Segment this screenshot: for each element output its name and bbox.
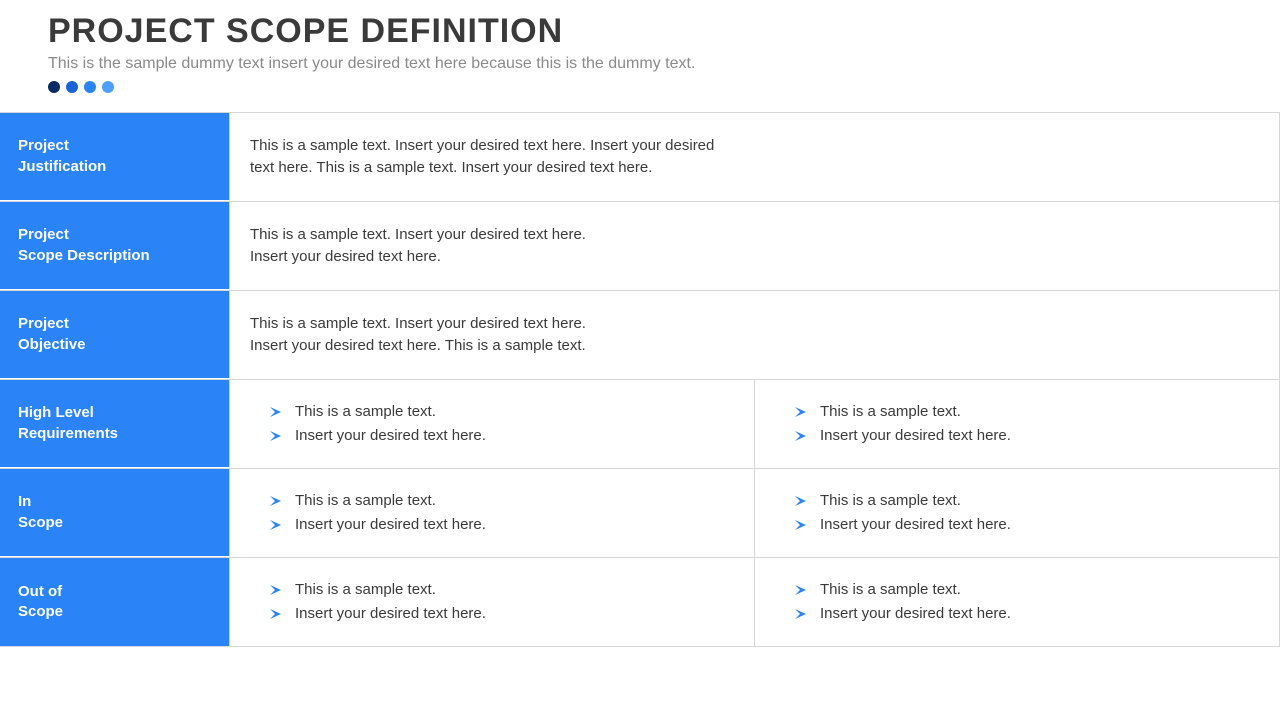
arrow-icon [795,407,806,417]
dot-1 [48,81,60,93]
row-content: This is a sample text. Insert your desir… [230,291,1280,379]
bullet-list: This is a sample text.Insert your desire… [250,578,734,626]
row-content-col-2: This is a sample text.Insert your desire… [755,558,1280,646]
list-item-text: This is a sample text. [295,579,436,601]
list-item: This is a sample text. [775,400,1259,424]
row-label: InScope [0,469,230,557]
row-label: ProjectScope Description [0,202,230,290]
list-item-text: This is a sample text. [295,490,436,512]
arrow-icon [270,585,281,595]
arrow-icon [795,431,806,441]
row-content: This is a sample text. Insert your desir… [230,202,1280,290]
row-content-col-2: This is a sample text.Insert your desire… [755,469,1280,557]
arrow-icon [795,496,806,506]
list-item: Insert your desired text here. [250,513,734,537]
list-item-text: This is a sample text. [820,490,961,512]
table-row: ProjectScope DescriptionThis is a sample… [0,201,1280,291]
row-label: ProjectJustification [0,113,230,201]
row-label: Out ofScope [0,558,230,646]
row-label-line1: Project [18,136,211,156]
list-item: This is a sample text. [250,578,734,602]
row-label-line1: In [18,492,211,512]
scope-table: ProjectJustificationThis is a sample tex… [0,112,1280,647]
row-label-line1: Project [18,314,211,334]
list-item-text: Insert your desired text here. [820,603,1011,625]
list-item: This is a sample text. [775,578,1259,602]
bullet-list: This is a sample text.Insert your desire… [775,578,1259,626]
list-item-text: This is a sample text. [820,579,961,601]
row-content: This is a sample text. Insert your desir… [230,113,1280,201]
arrow-icon [795,520,806,530]
arrow-icon [270,609,281,619]
list-item: Insert your desired text here. [775,602,1259,626]
list-item-text: This is a sample text. [820,401,961,423]
row-label-line2: Objective [18,335,211,355]
table-row: ProjectObjectiveThis is a sample text. I… [0,290,1280,380]
bullet-list: This is a sample text.Insert your desire… [775,400,1259,448]
row-content-col-1: This is a sample text.Insert your desire… [230,558,755,646]
row-content-col-1: This is a sample text.Insert your desire… [230,469,755,557]
dot-4 [102,81,114,93]
list-item: Insert your desired text here. [250,424,734,448]
row-label-line2: Justification [18,157,211,177]
list-item: This is a sample text. [775,489,1259,513]
bullet-list: This is a sample text.Insert your desire… [775,489,1259,537]
list-item-text: Insert your desired text here. [820,425,1011,447]
table-row: Out ofScopeThis is a sample text.Insert … [0,557,1280,647]
dot-2 [66,81,78,93]
table-row: ProjectJustificationThis is a sample tex… [0,112,1280,202]
list-item: Insert your desired text here. [775,513,1259,537]
bullet-list: This is a sample text.Insert your desire… [250,400,734,448]
row-label-line2: Requirements [18,424,211,444]
list-item-text: This is a sample text. [295,401,436,423]
arrow-icon [270,520,281,530]
dot-3 [84,81,96,93]
list-item: Insert your desired text here. [250,602,734,626]
row-label-line1: High Level [18,403,211,423]
row-label-line2: Scope [18,602,211,622]
list-item-text: Insert your desired text here. [295,514,486,536]
arrow-icon [795,585,806,595]
list-item-text: Insert your desired text here. [295,603,486,625]
row-label-line2: Scope Description [18,246,211,266]
list-item: This is a sample text. [250,400,734,424]
accent-dots [48,81,1280,93]
slide-header: PROJECT SCOPE DEFINITION This is the sam… [0,0,1280,93]
table-row: High LevelRequirements This is a sample t… [0,379,1280,469]
row-content-col-2: This is a sample text.Insert your desire… [755,380,1280,468]
list-item: This is a sample text. [250,489,734,513]
row-label-line1: Out of [18,582,211,602]
list-item-text: Insert your desired text here. [820,514,1011,536]
arrow-icon [270,431,281,441]
arrow-icon [795,609,806,619]
table-row: InScopeThis is a sample text.Insert your… [0,468,1280,558]
bullet-list: This is a sample text.Insert your desire… [250,489,734,537]
list-item: Insert your desired text here. [775,424,1259,448]
slide-title: PROJECT SCOPE DEFINITION [48,12,1280,51]
row-label: High LevelRequirements [0,380,230,468]
row-label-line1: Project [18,225,211,245]
list-item-text: Insert your desired text here. [295,425,486,447]
row-label-line2: Scope [18,513,211,533]
row-label: ProjectObjective [0,291,230,379]
arrow-icon [270,407,281,417]
slide-subtitle: This is the sample dummy text insert you… [48,55,1280,73]
arrow-icon [270,496,281,506]
row-content-col-1: This is a sample text.Insert your desire… [230,380,755,468]
